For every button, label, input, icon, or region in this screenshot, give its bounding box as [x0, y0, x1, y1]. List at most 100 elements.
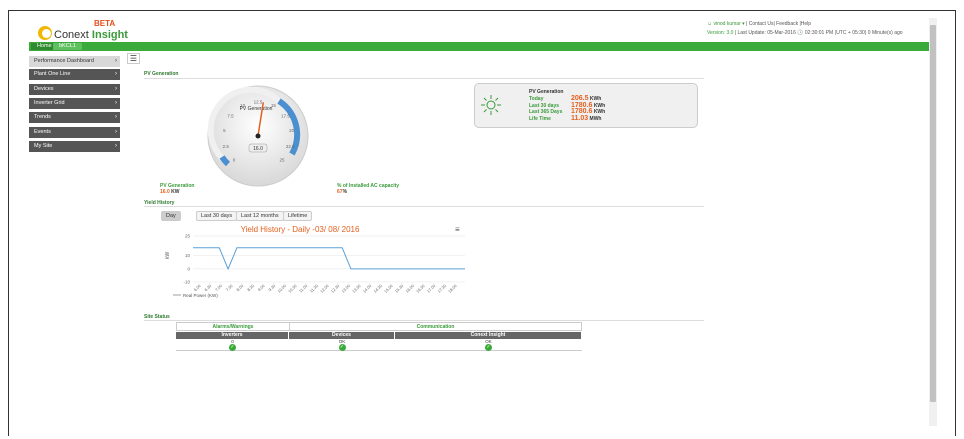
y-tick-label: 10: [185, 253, 191, 258]
x-tick-label: 17.00: [426, 283, 437, 294]
sidebar-item-label: Inverter Grid: [34, 100, 65, 106]
gauge-tick-label: 17.5: [281, 114, 290, 119]
gauge-tick-label: 7.5: [227, 114, 234, 119]
sidebar-item-label: Performance Dashboard: [34, 58, 94, 64]
x-tick-label: 8.30: [246, 283, 256, 293]
tab-last-30-days[interactable]: Last 30 days: [196, 211, 238, 221]
status-columns: Inverters Devices Conext Insight: [176, 332, 582, 339]
x-tick-label: 16.00: [404, 283, 415, 294]
x-tick-label: 10.30: [287, 283, 298, 294]
sidebar-item-plant-one-line[interactable]: Plant One Line ›: [29, 69, 120, 80]
chevron-right-icon: ›: [115, 143, 117, 149]
chevron-right-icon: ›: [115, 86, 117, 92]
x-tick-label: 7.30: [225, 283, 235, 293]
check-icon: ✓: [338, 344, 346, 351]
sidebar-item-label: Trends: [34, 114, 51, 120]
gauge-hub: [255, 133, 261, 139]
pv-gauge: PV Generation 16.0 02.557.51012.51517.52…: [207, 85, 309, 187]
x-tick-label: 17.30: [436, 283, 447, 294]
tab-last-12-months[interactable]: Last 12 months: [236, 211, 284, 221]
sidebar-item-label: Plant One Line: [34, 71, 71, 77]
x-tick-label: 14.30: [372, 283, 383, 294]
tab-day[interactable]: Day: [161, 211, 181, 221]
pv-generation-kpi: PV Generation 16.0 KW: [160, 183, 194, 195]
beta-badge: BETA: [94, 19, 116, 28]
chevron-right-icon: ›: [115, 58, 117, 64]
series-line: [193, 247, 465, 271]
scrollbar-thumb[interactable]: [930, 25, 936, 402]
x-tick-label: 18.00: [447, 283, 458, 294]
chevron-right-icon: ›: [115, 100, 117, 106]
alarms-header: Alarms/Warnings: [177, 323, 290, 330]
sidebar-item-trends[interactable]: Trends ›: [29, 112, 120, 123]
pv-section-title: PV Generation: [144, 71, 179, 77]
comm-header: Communication: [416, 324, 455, 330]
col-devices: Devices: [289, 332, 395, 339]
x-tick-label: 16.30: [415, 283, 426, 294]
sidebar-item-inverter-grid[interactable]: Inverter Grid ›: [29, 98, 120, 109]
section-divider: [144, 78, 704, 79]
breadcrumb-site[interactable]: bKCL1: [53, 43, 82, 50]
sidebar-item-performance-dashboard[interactable]: Performance Dashboard ›: [29, 56, 120, 67]
sun-icon: [481, 95, 501, 115]
col-conext-insight: Conext Insight: [395, 332, 582, 339]
x-tick-label: 15.30: [394, 283, 405, 294]
x-tick-label: 13.00: [340, 283, 351, 294]
tab-lifetime[interactable]: Lifetime: [283, 211, 313, 221]
sidebar-item-my-site[interactable]: My Site ›: [29, 141, 120, 152]
gauge-tick-label: 25: [279, 158, 285, 163]
x-tick-label: 9.30: [267, 283, 277, 293]
vertical-scrollbar[interactable]: [929, 18, 937, 426]
ac-capacity-kpi: % of Installed AC capacity 67%: [337, 183, 399, 195]
update-value: 05-Mar-2016 🕓 02:30:01 PM (UTC + 05:30) …: [767, 30, 903, 36]
hamburger-menu-icon[interactable]: ☰: [127, 53, 140, 64]
chevron-right-icon: ›: [115, 114, 117, 120]
sidebar-item-devices[interactable]: Devices ›: [29, 84, 120, 95]
pv-gen-unit: KW: [171, 189, 180, 195]
gauge-tick-label: 22.5: [286, 144, 295, 149]
chevron-right-icon: ›: [115, 71, 117, 77]
version-text: Version: 3.0: [707, 30, 734, 36]
cap-unit: %: [342, 189, 348, 195]
x-tick-label: 7.00: [214, 283, 224, 293]
x-tick-label: 10.00: [276, 283, 287, 294]
conext-logo-icon: [38, 26, 52, 40]
x-tick-label: 11.00: [298, 283, 309, 294]
user-menu[interactable]: vinod kumar ▾: [714, 21, 745, 27]
breadcrumb: Home bKCL1: [29, 42, 929, 51]
yield-chart: Yield History - Daily -03/ 08/ 2016 ≡ kW…: [165, 225, 465, 298]
sidebar-item-label: Devices: [34, 86, 54, 92]
pv-generation-summary: PV Generation Today 206.5 KWh Last 30 days…: [474, 83, 698, 128]
help-links[interactable]: | Contact Us| Feedback |Help: [746, 21, 811, 27]
version-line: Version: 3.0 | Last Update: 05-Mar-2016 …: [707, 30, 903, 36]
summary-row: Life Time 11.03 MWh: [529, 115, 601, 122]
x-tick-label: 11.30: [309, 283, 320, 294]
gauge-tick-label: 12.5: [254, 100, 263, 105]
user-links[interactable]: ☺ vinod kumar ▾ | Contact Us| Feedback |…: [707, 21, 811, 27]
x-tick-label: 14.00: [362, 283, 373, 294]
col-inverters: Inverters: [176, 332, 289, 339]
chart-title: Yield History - Daily -03/ 08/ 2016: [241, 225, 360, 234]
gauge-tick-label: 15: [271, 103, 277, 108]
x-tick-label: 12.00: [319, 283, 330, 294]
pv-gen-value: 16.0: [160, 189, 170, 195]
y-tick-label: 25: [185, 234, 191, 239]
status-header: Alarms/Warnings Communication: [176, 322, 582, 331]
sidebar-item-label: My Site: [34, 143, 53, 149]
x-tick-label: 15.00: [383, 283, 394, 294]
x-tick-label: 12.30: [330, 283, 341, 294]
site-status-table: Alarms/Warnings Communication Inverters …: [176, 322, 582, 351]
chevron-right-icon: ›: [115, 129, 117, 135]
gauge-tick-label: 2.5: [223, 144, 230, 149]
sidebar-item-label: Events: [34, 129, 51, 135]
gauge-tick-label: 10: [240, 103, 246, 108]
section-divider: [144, 206, 704, 207]
brand-logo[interactable]: Conext Insight: [54, 29, 128, 41]
y-tick-label: -10: [183, 280, 190, 285]
chart-menu-icon[interactable]: ≡: [455, 225, 460, 234]
x-tick-label: 6.00: [193, 283, 203, 293]
legend-label[interactable]: Real Power (KW): [183, 293, 218, 298]
x-tick-label: 13.30: [351, 283, 362, 294]
y-tick-label: 0: [187, 266, 190, 271]
sidebar-item-events[interactable]: Events ›: [29, 127, 120, 138]
